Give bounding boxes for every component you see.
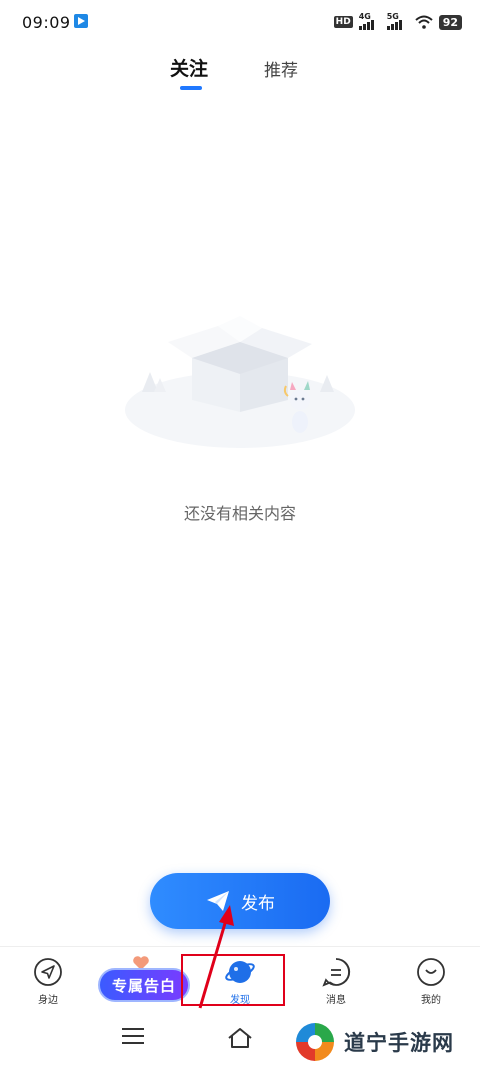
menu-icon[interactable] xyxy=(122,1028,144,1046)
status-bar: 09:09 HD 4G 5G 92 xyxy=(0,0,480,44)
publish-button-label: 发布 xyxy=(241,893,275,914)
nav-discover-label: 发现 xyxy=(230,995,250,1006)
bottom-navigation: 身边 发现 消息 我的 xyxy=(0,946,480,1012)
chat-bubble-icon xyxy=(322,958,351,987)
hd-badge: HD xyxy=(333,16,353,28)
wifi-icon xyxy=(415,15,433,29)
battery-indicator: 92 xyxy=(438,14,462,30)
nav-mine-label: 我的 xyxy=(421,995,441,1006)
smiley-face-icon xyxy=(417,958,445,986)
watermark-logo-icon xyxy=(294,1021,336,1063)
app-notification-icon xyxy=(74,14,88,28)
promo-badge-label: 专属告白 xyxy=(111,976,176,995)
nav-mine[interactable]: 我的 xyxy=(396,957,466,1006)
location-arrow-icon xyxy=(34,958,62,986)
watermark-text: 道宁手游网 xyxy=(344,1031,454,1055)
active-tab-indicator xyxy=(180,86,202,90)
home-icon[interactable] xyxy=(227,1026,253,1050)
nav-nearby-label: 身边 xyxy=(38,995,58,1006)
publish-button[interactable]: 发布 xyxy=(150,873,330,929)
nav-discover[interactable]: 发现 xyxy=(205,957,275,1006)
paper-plane-icon xyxy=(207,891,229,911)
signal-4g-icon: 4G xyxy=(358,12,381,30)
signal-5g-icon: 5G xyxy=(386,12,409,30)
nav-messages[interactable]: 消息 xyxy=(301,957,371,1006)
status-indicators: HD 4G 5G 92 xyxy=(333,12,462,31)
tab-follow[interactable]: 关注 xyxy=(170,54,208,81)
promo-badge[interactable]: 专属告白 xyxy=(98,968,190,1002)
nav-nearby[interactable]: 身边 xyxy=(13,957,83,1006)
planet-icon xyxy=(225,961,255,983)
status-time: 09:09 xyxy=(22,13,71,32)
tab-recommend[interactable]: 推荐 xyxy=(264,56,298,81)
feed-tabs: 关注 推荐 xyxy=(0,54,480,94)
watermark: 道宁手游网 xyxy=(292,1018,476,1066)
empty-state-message: 还没有相关内容 xyxy=(183,504,296,523)
nav-messages-label: 消息 xyxy=(326,995,346,1006)
empty-box-illustration xyxy=(125,316,355,448)
